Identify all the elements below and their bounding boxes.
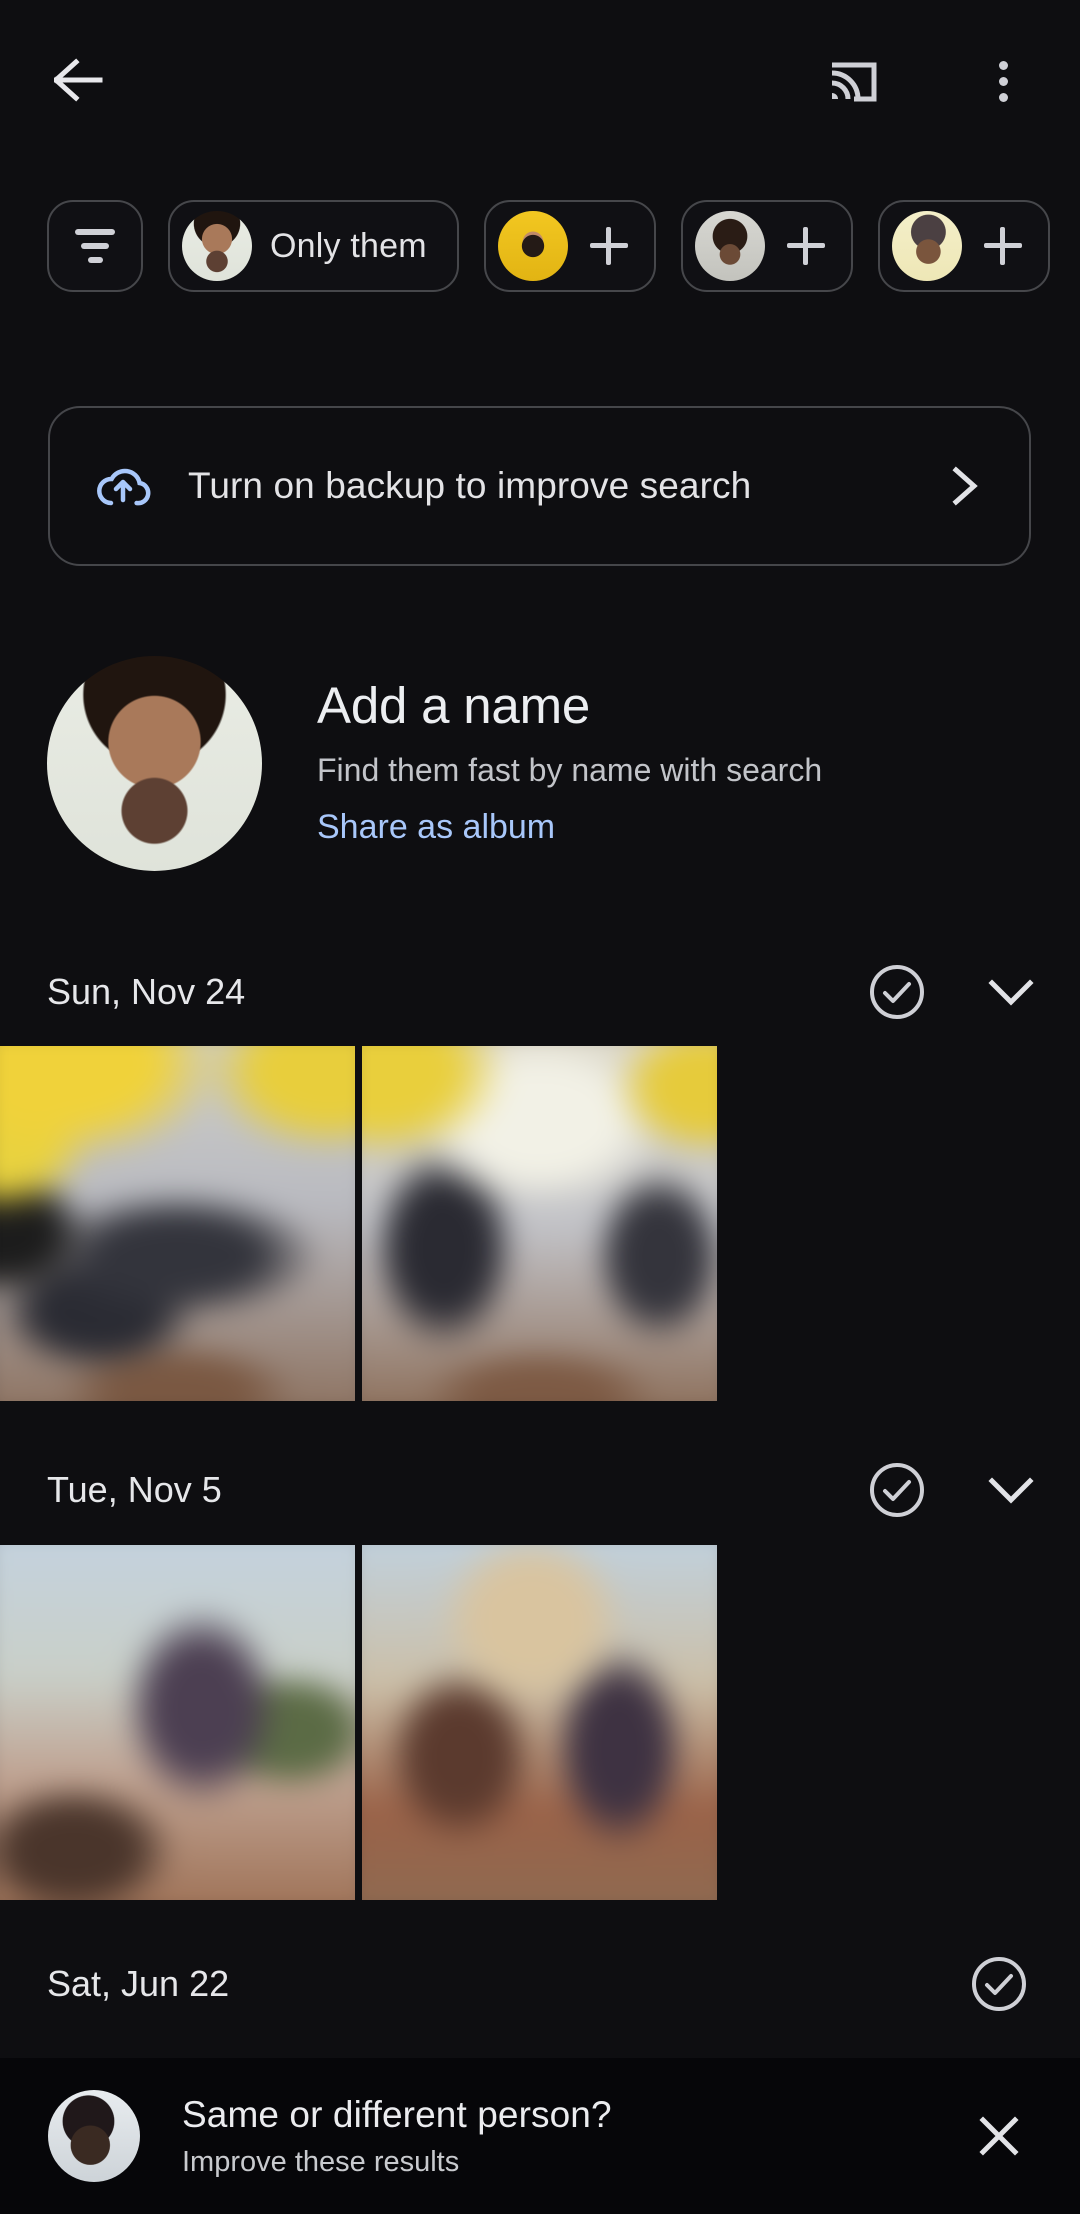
photo-row-tue-nov-5 <box>0 1545 1080 1900</box>
cast-icon <box>831 62 877 102</box>
sheet-texts: Same or different person? Improve these … <box>182 2094 970 2179</box>
date-header-sun-nov-24: Sun, Nov 24 <box>0 946 1080 1038</box>
sheet-subtitle: Improve these results <box>182 2145 460 2178</box>
photo-row-sun-nov-24 <box>0 1046 1080 1401</box>
more-vert-icon-dot <box>998 60 1008 70</box>
photo-outdoor-1 <box>0 1545 355 1900</box>
chip-add-person-1[interactable] <box>483 200 656 292</box>
chevron-right-icon <box>952 466 978 506</box>
avatar <box>891 211 962 281</box>
same-or-different-person-sheet: Same or different person? Improve these … <box>0 2058 1080 2214</box>
date-label: Sat, Jun 22 <box>47 1963 230 2004</box>
plus-icon <box>589 227 628 265</box>
avatar <box>694 211 765 281</box>
collapse-section-button[interactable] <box>978 1457 1044 1523</box>
date-header-sat-jun-22: Sat, Jun 22 <box>0 1938 1080 2030</box>
cast-button[interactable] <box>822 50 884 112</box>
photo-party-2 <box>362 1046 717 1401</box>
plus-icon <box>983 227 1022 265</box>
chevron-down-icon <box>988 1477 1034 1504</box>
select-all-button[interactable] <box>868 963 926 1021</box>
add-a-name-title[interactable]: Add a name <box>317 679 822 733</box>
photo-tile[interactable] <box>0 1046 355 1401</box>
chip-add-person-2[interactable] <box>680 200 853 292</box>
close-icon <box>979 2116 1019 2156</box>
select-all-button[interactable] <box>868 1461 926 1519</box>
share-as-album-link[interactable]: Share as album <box>317 808 822 847</box>
close-sheet-button[interactable] <box>970 2107 1028 2165</box>
arrow-back-icon <box>54 58 103 102</box>
collapse-section-button[interactable] <box>978 959 1044 1025</box>
people-filter-chip-row[interactable]: Only them <box>0 197 1080 295</box>
backup-banner-label: Turn on backup to improve search <box>188 465 752 506</box>
select-all-button[interactable] <box>970 1955 1028 2013</box>
plus-icon <box>786 227 825 265</box>
person-avatar[interactable] <box>47 655 262 871</box>
avatar <box>182 211 252 281</box>
filter-list-icon <box>75 229 115 263</box>
sheet-title: Same or different person? <box>182 2093 612 2135</box>
person-header-texts: Add a name Find them fast by name with s… <box>317 679 822 847</box>
overflow-menu-button[interactable] <box>972 50 1034 112</box>
chevron-down-icon <box>988 979 1034 1006</box>
photos-person-screen: Only them Turn on backup to improve sear… <box>0 0 1080 2214</box>
date-header-tue-nov-5: Tue, Nov 5 <box>0 1444 1080 1536</box>
person-header: Add a name Find them fast by name with s… <box>0 648 1080 878</box>
backup-banner[interactable]: Turn on backup to improve search <box>48 406 1031 566</box>
more-vert-icon-dot <box>998 92 1008 102</box>
chip-add-person-3[interactable] <box>877 200 1050 292</box>
check-circle-icon <box>972 1957 1026 2011</box>
check-circle-icon <box>870 965 924 1019</box>
cloud-upload-icon <box>97 468 151 506</box>
photo-tile[interactable] <box>0 1545 355 1900</box>
photo-outdoor-2 <box>362 1545 717 1900</box>
photo-tile[interactable] <box>362 1046 717 1401</box>
app-bar <box>0 0 1080 150</box>
photo-party-1 <box>0 1046 355 1401</box>
more-vert-icon-dot <box>998 76 1008 86</box>
chip-filter[interactable] <box>47 200 143 292</box>
check-circle-icon <box>870 1463 924 1517</box>
add-a-name-subtitle: Find them fast by name with search <box>317 751 823 788</box>
avatar[interactable] <box>48 2090 140 2182</box>
chip-only-them-label: Only them <box>270 226 427 265</box>
avatar <box>497 211 568 281</box>
chip-only-them[interactable]: Only them <box>168 200 459 292</box>
photo-tile[interactable] <box>362 1545 717 1900</box>
date-label: Tue, Nov 5 <box>47 1469 222 1510</box>
back-button[interactable] <box>47 47 113 113</box>
date-label: Sun, Nov 24 <box>47 971 246 1012</box>
